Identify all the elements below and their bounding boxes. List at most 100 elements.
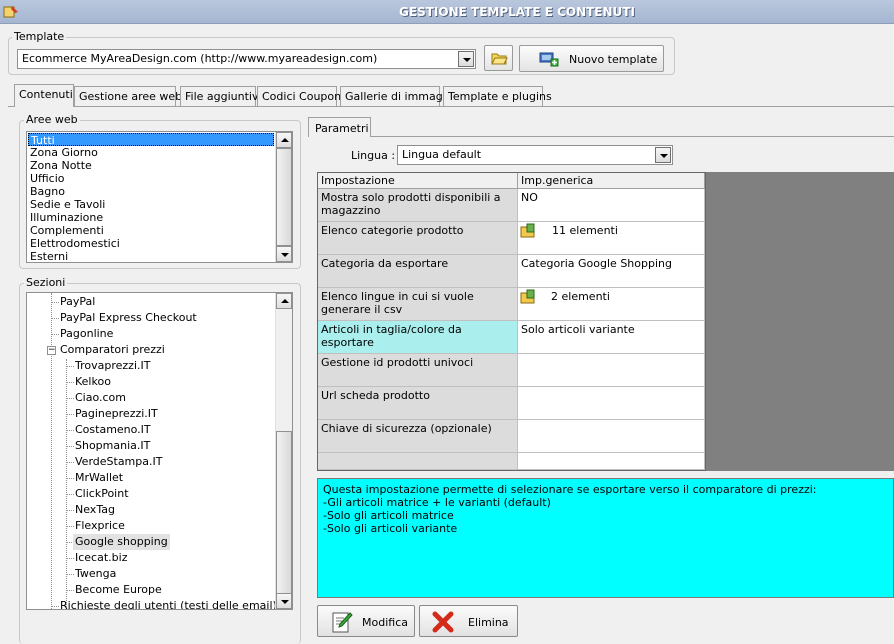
tree-line [66,359,67,609]
description-line: -Solo gli articoli variante [323,522,458,535]
tree-item-flexprice[interactable]: Flexprice [73,518,127,534]
tree-item-icecat[interactable]: Icecat.biz [73,550,129,566]
chevron-down-icon[interactable] [655,147,671,163]
parametri-tab-line [309,136,894,137]
sezioni-tree[interactable]: − PayPal PayPal Express Checkout Pagonli… [26,292,293,610]
tree-item-pagonline[interactable]: Pagonline [58,326,115,342]
lingua-label: Lingua : [351,149,396,162]
template-select[interactable]: Ecommerce MyAreaDesign.com (http://www.m… [17,49,476,69]
scroll-up-icon[interactable] [276,132,292,148]
tree-item-verdestampa[interactable]: VerdeStampa.IT [73,454,164,470]
tree-item-kelkoo[interactable]: Kelkoo [73,374,113,390]
tree-item-clickpoint[interactable]: ClickPoint [73,486,131,502]
lingua-select-value: Lingua default [402,148,482,161]
template-select-value: Ecommerce MyAreaDesign.com (http://www.m… [22,52,378,65]
new-template-label: Nuovo template [569,53,658,66]
list-item[interactable]: Zona Giorno [28,146,274,159]
delete-icon [432,611,454,633]
list-item[interactable]: Complementi [28,224,274,237]
chevron-down-icon[interactable] [458,51,474,67]
lingua-select[interactable]: Lingua default [397,145,673,165]
tab-gestione-aree-web[interactable]: Gestione aree web [74,86,182,106]
grid-cell-value[interactable]: 11 elementi [518,222,705,255]
tree-item-comparatori-prezzi[interactable]: Comparatori prezzi [58,342,167,358]
scroll-up-icon[interactable] [276,293,292,309]
list-item[interactable]: Ufficio [28,172,274,185]
grid-cell-name[interactable]: Mostra solo prodotti disponibili a magaz… [318,189,518,222]
tab-parametri[interactable]: Parametri [308,117,371,137]
tree-item-ciao[interactable]: Ciao.com [73,390,128,406]
aree-web-list[interactable]: Tutti Zona Giorno Zona Notte Ufficio Bag… [26,131,293,263]
list-elements-icon [520,223,535,238]
collapse-icon[interactable]: − [47,346,56,355]
grid-cell-name[interactable]: Categoria da esportare [318,255,518,288]
aree-web-scrollbar[interactable] [275,132,292,262]
tree-item-costameno[interactable]: Costameno.IT [73,422,153,438]
list-item[interactable]: Illuminazione [28,211,274,224]
new-template-button[interactable]: Nuovo template [519,45,664,72]
tree-item-twenga[interactable]: Twenga [73,566,118,582]
tree-item-pagineprezzi[interactable]: Pagineprezzi.IT [73,406,160,422]
grid-cell-value[interactable]: NO [518,189,705,222]
sezioni-label: Sezioni [24,276,68,289]
tab-contenuti[interactable]: Contenuti [14,84,74,107]
tree-item-google-shopping[interactable]: Google shopping [73,534,170,550]
grid-cell-name[interactable]: Elenco lingue in cui si vuole generare i… [318,288,518,321]
setting-description: Questa impostazione permette di selezion… [317,478,894,598]
tab-codici-coupon[interactable]: Codici Coupon [257,86,341,106]
tree-item-become-europe[interactable]: Become Europe [73,582,164,598]
template-group-label: Template [12,30,67,43]
scroll-down-icon[interactable] [276,246,292,262]
list-item[interactable]: Bagno [28,185,274,198]
grid-cell-name[interactable]: Gestione id prodotti univoci [318,354,518,387]
tree-item-shopmania[interactable]: Shopmania.IT [73,438,152,454]
grid-header-impostazione[interactable]: Impostazione [318,173,518,189]
tab-gallerie-immagini[interactable]: Gallerie di immagini [340,86,456,106]
grid-cell-value-text: 2 elementi [551,290,610,303]
tree-item-paypal[interactable]: PayPal [58,294,97,310]
list-item[interactable]: Esterni [28,250,274,262]
sezioni-scrollbar[interactable] [275,293,292,609]
grid-cell-name[interactable]: Chiave di sicurezza (opzionale) [318,420,518,453]
settings-grid[interactable]: Impostazione Imp.generica Mostra solo pr… [317,172,706,471]
new-template-icon [539,52,559,67]
grid-cell-name[interactable] [318,453,518,470]
grid-cell-value[interactable] [518,420,705,453]
elimina-button[interactable]: Elimina [419,605,518,637]
description-line: -Solo gli articoli matrice [323,509,454,522]
grid-cell-value[interactable] [518,453,705,470]
grid-cell-name-active[interactable]: Articoli in taglia/colore da esportare [318,321,518,354]
list-item[interactable]: Tutti [28,133,274,147]
grid-header-imp-generica[interactable]: Imp.generica [518,173,705,189]
list-elements-icon [520,289,535,304]
open-folder-button[interactable] [484,45,513,71]
scroll-down-icon[interactable] [276,593,292,609]
grid-cell-value[interactable]: Categoria Google Shopping [518,255,705,288]
folder-icon [491,53,508,65]
tree-item-nextag[interactable]: NexTag [73,502,117,518]
grid-cell-value[interactable]: 2 elementi [518,288,705,321]
grid-cell-name[interactable]: Url scheda prodotto [318,387,518,420]
tree-item-paypal-express[interactable]: PayPal Express Checkout [58,310,199,326]
list-item[interactable]: Sedie e Tavoli [28,198,274,211]
tree-item-mrwallet[interactable]: MrWallet [73,470,125,486]
edit-icon [332,612,353,633]
title-bar: GESTIONE TEMPLATE E CONTENUTI [0,0,894,24]
tab-strip-line [8,106,894,107]
grid-cell-value[interactable]: Solo articoli variante [518,321,705,354]
scroll-thumb[interactable] [276,431,292,594]
list-item[interactable]: Elettrodomestici [28,237,274,250]
tree-item-trovaprezzi[interactable]: Trovaprezzi.IT [73,358,152,374]
elimina-label: Elimina [468,616,509,629]
scroll-thumb[interactable] [276,148,292,246]
tree-item-richieste-utenti[interactable]: Richieste degli utenti (testi delle emai… [58,598,279,609]
grid-cell-name[interactable]: Elenco categorie prodotto [318,222,518,255]
window-title: GESTIONE TEMPLATE E CONTENUTI [399,5,635,19]
grid-cell-value[interactable] [518,354,705,387]
modifica-button[interactable]: Modifica [317,605,415,637]
tab-template-plugins[interactable]: Template e plugins [443,86,552,106]
grid-cell-value[interactable] [518,387,705,420]
grid-cell-value-text: 11 elementi [552,224,618,237]
tab-file-aggiuntivi[interactable]: File aggiuntivi [180,86,262,106]
list-item[interactable]: Zona Notte [28,159,274,172]
